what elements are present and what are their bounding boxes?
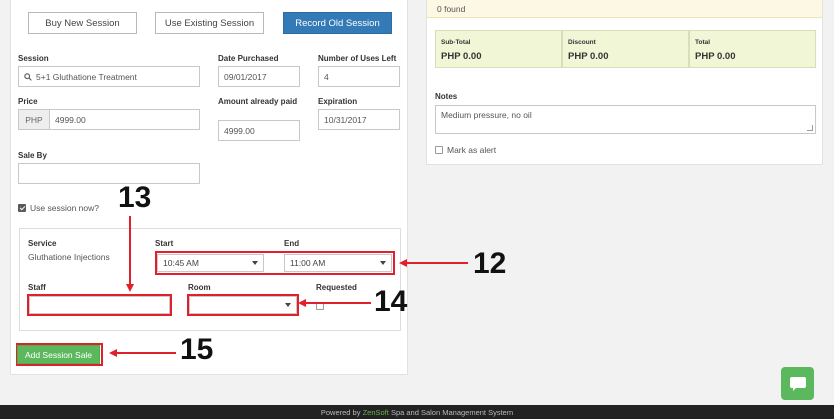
annotation-14: 14 xyxy=(374,285,408,318)
price-currency-addon: PHP xyxy=(18,109,50,130)
search-icon xyxy=(24,72,32,81)
mark-alert-label: Mark as alert xyxy=(447,145,497,155)
chat-icon xyxy=(789,376,806,391)
annotation-arrowhead-12 xyxy=(399,259,407,267)
buy-new-session-tab[interactable]: Buy New Session xyxy=(28,12,137,34)
notes-label: Notes xyxy=(435,92,458,101)
service-label: Service xyxy=(28,239,57,248)
footer-prefix: Powered by xyxy=(320,407,361,417)
resize-handle-icon[interactable] xyxy=(807,125,813,131)
annotation-box-time xyxy=(155,251,395,275)
amount-paid-label: Amount already paid xyxy=(218,97,298,106)
add-session-sale-button[interactable]: Add Session Sale xyxy=(17,345,100,364)
amount-paid-value: 4999.00 xyxy=(224,125,255,136)
sale-by-input[interactable] xyxy=(18,163,200,184)
room-label: Room xyxy=(188,283,211,292)
annotation-arrow-13 xyxy=(129,216,131,286)
sale-by-label: Sale By xyxy=(18,151,47,160)
requested-label: Requested xyxy=(316,283,357,292)
total-label: Total xyxy=(695,39,711,46)
session-value: 5+1 Gluthatione Treatment xyxy=(36,71,137,82)
footer-brand-link[interactable]: ZenSoft xyxy=(363,408,389,417)
subtotal-label: Sub-Total xyxy=(441,39,471,46)
service-value: Gluthatione Injections xyxy=(28,252,110,262)
total-value: PHP 0.00 xyxy=(695,51,736,62)
subtotal-value: PHP 0.00 xyxy=(441,51,482,62)
use-session-now-label: Use session now? xyxy=(30,203,99,213)
date-purchased-label: Date Purchased xyxy=(218,54,279,63)
total-cell: Total PHP 0.00 xyxy=(689,30,816,68)
annotation-15: 15 xyxy=(180,333,214,366)
annotation-arrow-15 xyxy=(116,352,176,354)
annotation-12: 12 xyxy=(473,247,507,280)
footer-suffix: Spa and Salon Management System xyxy=(390,407,514,417)
staff-label: Staff xyxy=(28,283,46,292)
annotation-arrow-12 xyxy=(406,262,468,264)
mark-alert-checkbox[interactable] xyxy=(435,146,443,154)
found-status: 0 found xyxy=(427,0,822,18)
session-label: Session xyxy=(18,54,49,63)
session-form-panel: Buy New Session Use Existing Session Rec… xyxy=(10,0,408,375)
annotation-arrowhead-13 xyxy=(126,284,134,292)
annotation-box-staff xyxy=(27,294,172,316)
expiration-label: Expiration xyxy=(318,97,358,106)
discount-label: Discount xyxy=(568,39,596,46)
expiration-value: 10/31/2017 xyxy=(324,114,367,125)
price-label: Price xyxy=(18,97,38,106)
annotation-arrowhead-15 xyxy=(109,349,117,357)
subtotal-cell: Sub-Total PHP 0.00 xyxy=(435,30,562,68)
date-purchased-value: 09/01/2017 xyxy=(224,71,267,82)
record-old-session-tab[interactable]: Record Old Session xyxy=(283,12,392,34)
discount-value: PHP 0.00 xyxy=(568,51,609,62)
expiration-input[interactable]: 10/31/2017 xyxy=(318,109,400,130)
start-label: Start xyxy=(155,239,174,248)
session-input[interactable]: 5+1 Gluthatione Treatment xyxy=(18,66,200,87)
totals-row: Sub-Total PHP 0.00 Discount PHP 0.00 Tot… xyxy=(435,30,816,68)
use-session-now-checkbox[interactable] xyxy=(18,204,26,212)
annotation-arrowhead-14 xyxy=(298,299,306,307)
uses-left-label: Number of Uses Left xyxy=(318,54,397,63)
price-value: 4999.00 xyxy=(55,114,86,125)
price-input[interactable]: 4999.00 xyxy=(49,109,200,130)
annotation-13: 13 xyxy=(118,181,152,214)
notes-textarea[interactable]: Medium pressure, no oil xyxy=(435,105,816,134)
annotation-box-room xyxy=(187,294,299,316)
use-existing-session-tab[interactable]: Use Existing Session xyxy=(155,12,264,34)
annotation-arrow-14 xyxy=(305,302,371,304)
summary-panel: 0 found Sub-Total PHP 0.00 Discount PHP … xyxy=(426,0,823,165)
uses-left-value: 4 xyxy=(324,71,329,82)
end-label: End xyxy=(284,239,300,248)
footer: Powered by ZenSoft Spa and Salon Managem… xyxy=(0,405,834,419)
notes-value: Medium pressure, no oil xyxy=(441,110,532,120)
service-detail-box: Service Gluthatione Injections Start End… xyxy=(19,228,401,331)
discount-cell: Discount PHP 0.00 xyxy=(562,30,689,68)
chat-button[interactable] xyxy=(781,367,814,400)
found-text: 0 found xyxy=(437,3,466,14)
uses-left-input[interactable]: 4 xyxy=(318,66,400,87)
amount-paid-input[interactable]: 4999.00 xyxy=(218,120,300,141)
date-purchased-input[interactable]: 09/01/2017 xyxy=(218,66,300,87)
